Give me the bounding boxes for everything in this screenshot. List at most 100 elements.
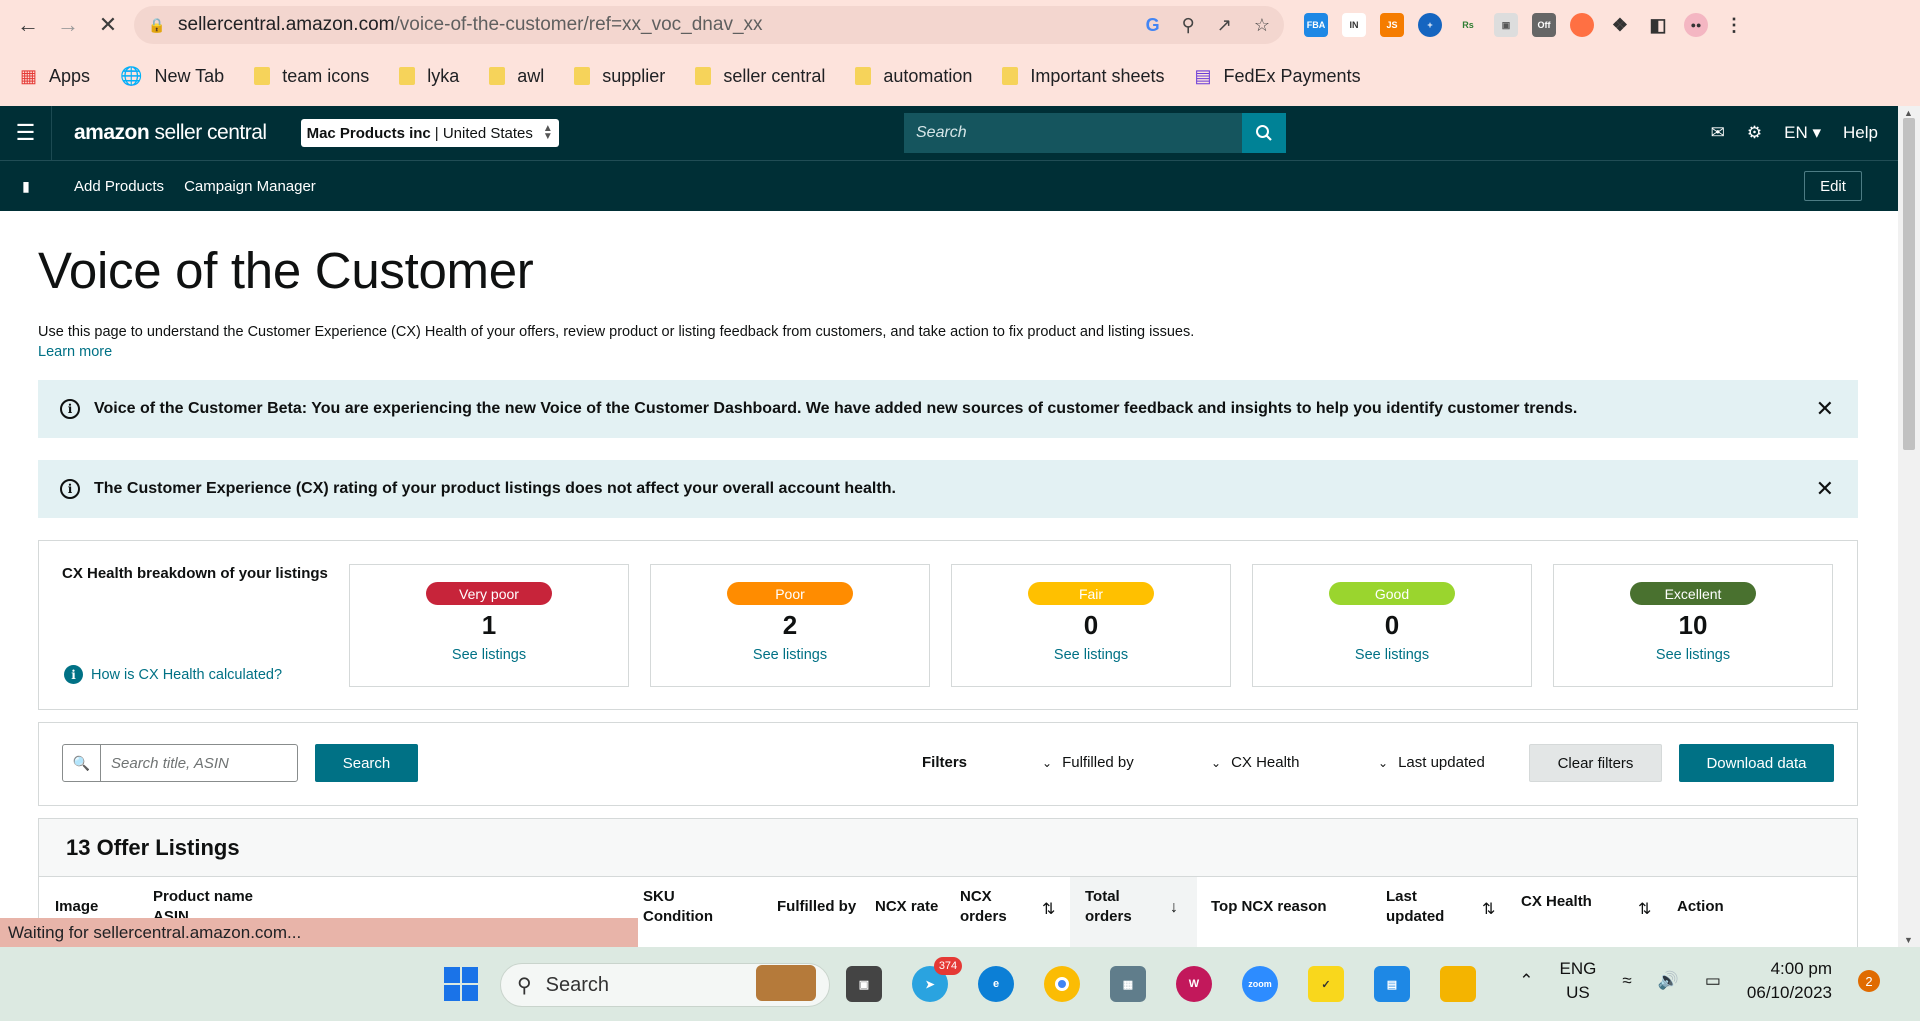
notification-badge[interactable]: 2 xyxy=(1858,970,1880,992)
see-listings-link[interactable]: See listings xyxy=(651,647,929,663)
address-bar[interactable]: 🔒 sellercentral.amazon.com/voice-of-the-… xyxy=(134,6,1284,44)
back-icon[interactable]: ← xyxy=(8,5,48,45)
hamburger-menu-icon[interactable]: ☰ xyxy=(0,106,52,160)
chrome-icon[interactable] xyxy=(1044,966,1080,1002)
wifi-icon[interactable]: ≈ xyxy=(1622,971,1631,991)
cx-rating-alert-text: The Customer Experience (CX) rating of y… xyxy=(94,480,896,497)
fulfilled-by-dropdown[interactable]: ⌄ Fulfilled by xyxy=(1042,754,1134,771)
cx-count: 0 xyxy=(1083,610,1099,640)
search-icon[interactable] xyxy=(1242,113,1286,153)
cx-health-how-link[interactable]: i How is CX Health calculated? xyxy=(64,665,282,684)
col-total-orders[interactable]: Total orders xyxy=(1085,887,1132,927)
scroll-down-icon[interactable]: ▼ xyxy=(1904,935,1913,945)
mail-icon[interactable]: ✉ xyxy=(1711,123,1725,143)
see-listings-link[interactable]: See listings xyxy=(1554,647,1832,663)
see-listings-link[interactable]: See listings xyxy=(952,647,1230,663)
close-icon[interactable]: ✕ xyxy=(1816,476,1834,502)
info-icon: i xyxy=(64,665,83,684)
notepad-icon[interactable]: ▤ xyxy=(1374,966,1410,1002)
edit-button[interactable]: Edit xyxy=(1804,171,1862,201)
bookmark-star-icon[interactable]: ☆ xyxy=(1254,15,1270,36)
file-explorer-icon[interactable] xyxy=(1440,966,1476,1002)
language-selector[interactable]: EN ▾ xyxy=(1784,123,1821,143)
cx-health-dropdown[interactable]: ⌄ CX Health xyxy=(1211,754,1299,771)
sticky-notes-icon[interactable]: ✓ xyxy=(1308,966,1344,1002)
search-button[interactable]: Search xyxy=(315,744,418,782)
browser-menu-icon[interactable]: ⋮ xyxy=(1722,13,1746,37)
fba-extension-icon[interactable]: FBA xyxy=(1304,13,1328,37)
chevron-up-icon[interactable]: ⌃ xyxy=(1519,971,1533,991)
cube-extension-icon[interactable]: ▣ xyxy=(1494,13,1518,37)
see-listings-link[interactable]: See listings xyxy=(1253,647,1531,663)
edge-icon[interactable]: e xyxy=(978,966,1014,1002)
last-updated-dropdown[interactable]: ⌄ Last updated xyxy=(1378,754,1485,771)
nav-add-products[interactable]: Add Products xyxy=(74,178,164,195)
js-extension-icon[interactable]: JS xyxy=(1380,13,1404,37)
bookmark-fedex[interactable]: ▤ FedEx Payments xyxy=(1195,66,1361,87)
widget-image-icon[interactable] xyxy=(756,965,816,1001)
header-search-input[interactable]: Search xyxy=(904,124,1242,142)
clear-filters-button[interactable]: Clear filters xyxy=(1529,744,1662,782)
gear-icon[interactable]: ⚙ xyxy=(1747,123,1762,143)
bookmark-icon[interactable]: ▮ xyxy=(0,178,52,195)
stop-loading-icon[interactable]: ✕ xyxy=(88,5,128,45)
col-ncx-orders[interactable]: NCX orders xyxy=(960,887,1007,927)
off-extension-icon[interactable]: Off xyxy=(1532,13,1556,37)
clock[interactable]: 4:00 pm 06/10/2023 xyxy=(1747,957,1832,1005)
col-last-updated[interactable]: Last updated xyxy=(1386,887,1444,927)
bookmark-folder[interactable]: Important sheets xyxy=(1002,66,1165,87)
sort-icon[interactable]: ⇅ xyxy=(1042,899,1055,919)
bookmark-folder[interactable]: supplier xyxy=(574,66,665,87)
listing-search[interactable]: 🔍 Search title, ASIN xyxy=(62,744,298,782)
firefox-extension-icon[interactable] xyxy=(1570,13,1594,37)
page-description: Use this page to understand the Customer… xyxy=(38,324,1195,340)
account-switcher[interactable]: Mac Products inc | United States ▲ ▼ xyxy=(300,119,559,147)
forward-icon[interactable]: → xyxy=(48,5,88,45)
col-ncx-rate: NCX rate xyxy=(875,898,939,915)
rs-extension-icon[interactable]: Rs xyxy=(1456,13,1480,37)
input-language[interactable]: ENG US xyxy=(1559,957,1596,1005)
cx-count: 1 xyxy=(481,610,497,640)
system-tray: ⌃ ENG US ≈ 🔊 ▭ 4:00 pm 06/10/2023 2 xyxy=(1519,957,1880,1005)
login-extension-icon[interactable]: IN xyxy=(1342,13,1366,37)
download-data-button[interactable]: Download data xyxy=(1679,744,1834,782)
sort-descending-icon[interactable]: ↓ xyxy=(1170,899,1178,917)
zoom-icon[interactable]: ⚲ xyxy=(1182,15,1195,36)
bookmark-folder[interactable]: automation xyxy=(855,66,972,87)
learn-more-link[interactable]: Learn more xyxy=(38,344,1858,360)
bookmark-folder[interactable]: awl xyxy=(489,66,544,87)
seller-central-logo[interactable]: amazon seller central xyxy=(74,121,267,145)
close-icon[interactable]: ✕ xyxy=(1816,396,1834,422)
nav-campaign-manager[interactable]: Campaign Manager xyxy=(184,178,316,195)
plus-extension-icon[interactable]: + xyxy=(1418,13,1442,37)
share-icon[interactable]: ↗ xyxy=(1217,15,1232,36)
bookmark-folder[interactable]: lyka xyxy=(399,66,459,87)
puzzle-extensions-icon[interactable]: ❖ xyxy=(1608,13,1632,37)
page-scrollbar[interactable]: ▲ ▼ xyxy=(1898,106,1920,947)
windows-start-icon[interactable] xyxy=(444,967,478,1001)
header-search[interactable]: Search xyxy=(904,113,1286,153)
col-cx-health[interactable]: CX Health xyxy=(1521,892,1592,912)
scrollbar-thumb[interactable] xyxy=(1903,118,1915,450)
volume-icon[interactable]: 🔊 xyxy=(1658,971,1679,991)
bookmark-folder[interactable]: seller central xyxy=(695,66,825,87)
scroll-up-icon[interactable]: ▲ xyxy=(1904,108,1913,118)
task-view-icon[interactable]: ▣ xyxy=(846,966,882,1002)
account-name: Mac Products inc xyxy=(306,124,431,142)
bookmark-folder[interactable]: team icons xyxy=(254,66,369,87)
sidepanel-icon[interactable]: ◧ xyxy=(1646,13,1670,37)
google-icon[interactable]: G xyxy=(1146,15,1160,36)
wps-icon[interactable]: W xyxy=(1176,966,1212,1002)
sort-icon[interactable]: ⇅ xyxy=(1482,899,1495,919)
profile-avatar[interactable]: ●● xyxy=(1684,13,1708,37)
calculator-icon[interactable]: ▦ xyxy=(1110,966,1146,1002)
sort-icon[interactable]: ⇅ xyxy=(1638,899,1651,919)
see-listings-link[interactable]: See listings xyxy=(350,647,628,663)
bookmark-apps[interactable]: ▦ Apps xyxy=(20,66,90,87)
zoom-icon[interactable]: zoom xyxy=(1242,966,1278,1002)
folder-icon xyxy=(399,67,416,85)
bookmark-new-tab[interactable]: 🌐 New Tab xyxy=(120,66,224,87)
battery-icon[interactable]: ▭ xyxy=(1705,971,1721,991)
help-link[interactable]: Help xyxy=(1843,123,1878,143)
listing-search-input[interactable]: Search title, ASIN xyxy=(101,755,229,772)
